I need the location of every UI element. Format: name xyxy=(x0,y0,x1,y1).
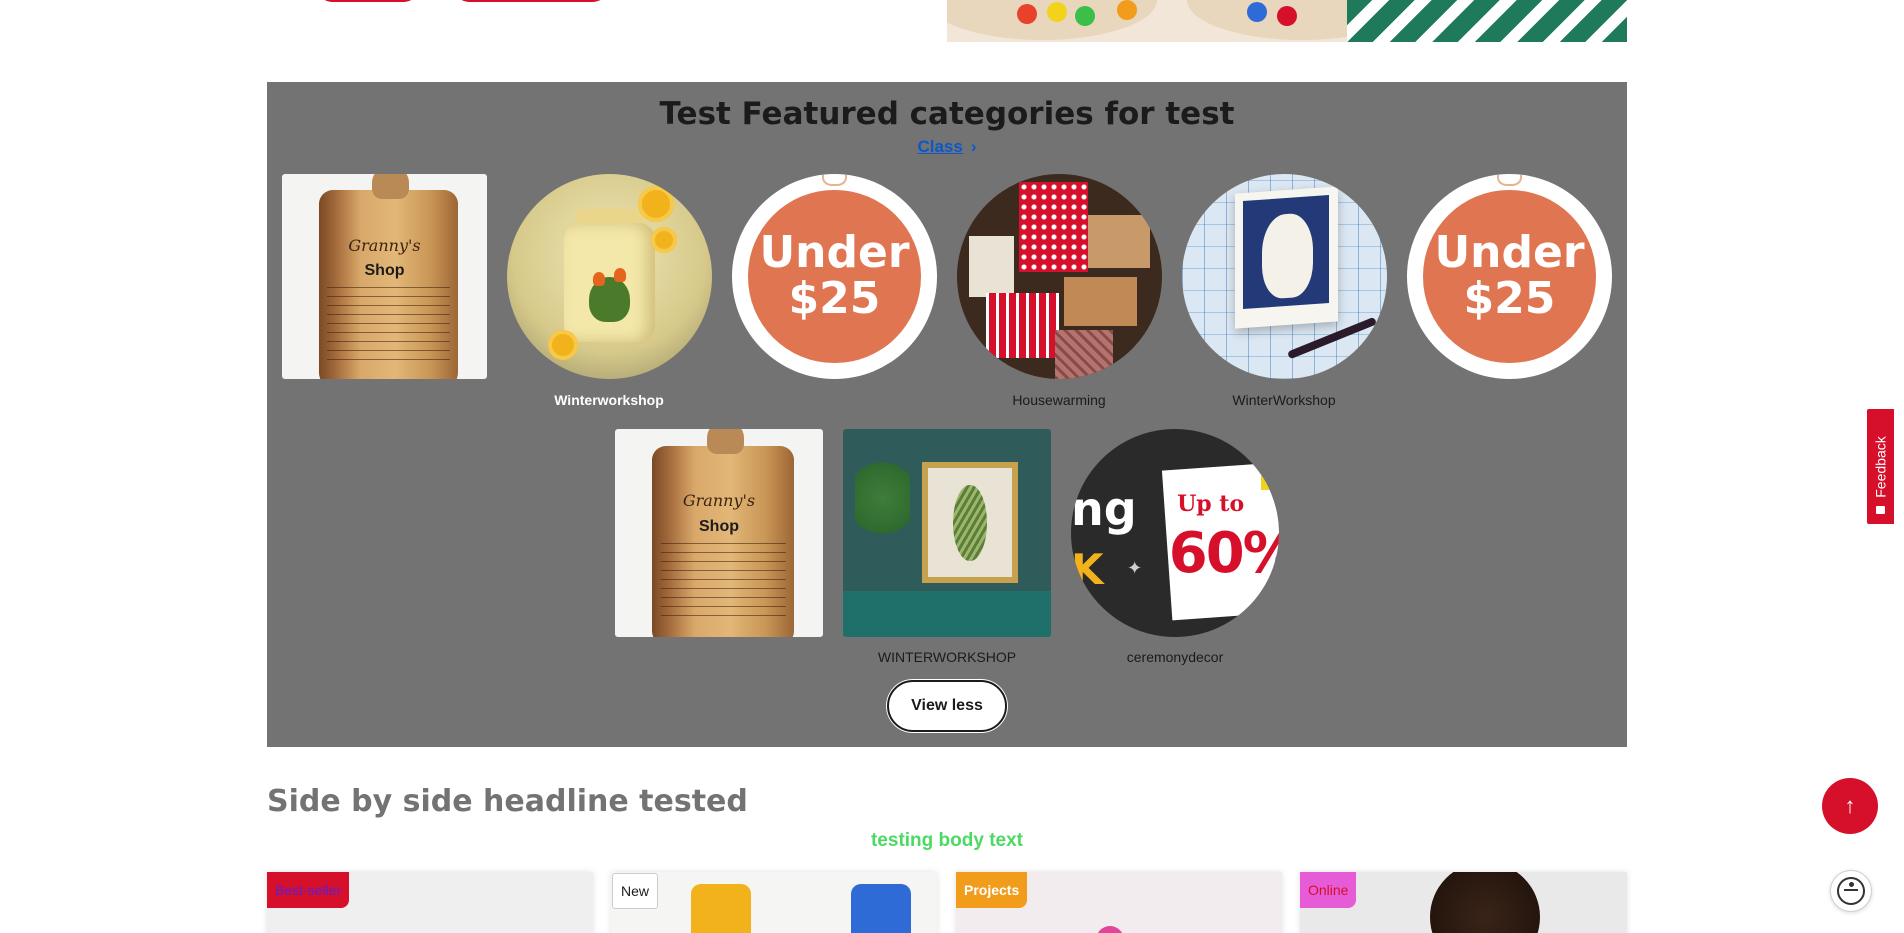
board-shop: Shop xyxy=(364,262,405,280)
under-line1: Under xyxy=(759,227,910,279)
category-tile-winterworkshop[interactable] xyxy=(507,174,712,379)
top-banner-image xyxy=(947,0,1627,42)
category-tile-ceremonydecor[interactable]: ng K ✦ Up to 60% xyxy=(1071,429,1279,637)
category-tile-board-2[interactable]: Granny's Shop xyxy=(615,429,823,637)
under-line1-2: Under xyxy=(1434,227,1585,279)
arrow-up-icon: ↑ xyxy=(1844,793,1856,818)
sale-percent: 60% xyxy=(1168,520,1279,586)
side-by-side-title: Side by side headline tested xyxy=(267,784,748,819)
page: Test Featured categories for test Class ›… xyxy=(0,0,1904,933)
board-shop-2: Shop xyxy=(699,518,739,536)
feedback-tab[interactable]: Feedback xyxy=(1867,409,1894,524)
featured-title: Test Featured categories for test xyxy=(659,96,1235,132)
category-label-housewarming[interactable]: Housewarming xyxy=(954,392,1164,408)
product-card-online[interactable]: Online xyxy=(1300,872,1627,933)
category-tile-framed-plant[interactable] xyxy=(843,429,1051,637)
sale-text-ng: ng xyxy=(1071,482,1137,537)
category-label-winterworkshop-owl[interactable]: WinterWorkshop xyxy=(1179,392,1389,408)
product-card-projects[interactable]: Projects xyxy=(956,872,1282,933)
top-button-left[interactable] xyxy=(318,0,418,2)
featured-categories-section: Test Featured categories for test Class ›… xyxy=(267,82,1627,747)
category-tile-housewarming[interactable] xyxy=(957,174,1162,379)
chevron-right-icon: › xyxy=(970,137,977,156)
category-label-winterworkshop[interactable]: Winterworkshop xyxy=(504,392,714,408)
product-card-new[interactable]: New xyxy=(611,872,937,933)
class-link[interactable]: Class › xyxy=(267,137,1627,157)
category-label-ceremonydecor[interactable]: ceremonydecor xyxy=(1070,649,1280,665)
category-tile-under-25-2[interactable]: Under $25 xyxy=(1407,174,1612,379)
badge-projects: Projects xyxy=(956,872,1028,908)
sparkle-icon: ✦ xyxy=(1127,557,1143,578)
chat-icon xyxy=(1876,506,1885,514)
board-title: Granny's xyxy=(348,235,421,255)
side-by-side-body: testing body text xyxy=(870,830,1023,851)
under-line2: $25 xyxy=(788,273,881,325)
accessibility-icon xyxy=(1837,877,1865,905)
back-to-top-button[interactable]: ↑ xyxy=(1822,778,1878,834)
badge-online: Online xyxy=(1300,872,1357,908)
sale-upto: Up to xyxy=(1177,491,1245,518)
class-link-label[interactable]: Class xyxy=(917,137,962,156)
feedback-label[interactable]: Feedback xyxy=(1873,436,1889,497)
badge-new: New xyxy=(612,873,659,909)
view-less-button[interactable]: View less xyxy=(887,680,1007,732)
category-label-winterworkshop-caps[interactable]: WINTERWORKSHOP xyxy=(842,649,1052,665)
product-card-bestseller[interactable]: Best-seller xyxy=(267,872,593,933)
board-title-2: Granny's xyxy=(682,491,756,511)
accessibility-button[interactable] xyxy=(1830,870,1872,912)
badge-bestseller: Best-seller xyxy=(267,872,350,908)
sale-text-k: K xyxy=(1071,545,1104,595)
category-tile-board[interactable]: Granny's Shop xyxy=(282,174,487,379)
under-line2-2: $25 xyxy=(1463,273,1556,325)
top-button-right[interactable] xyxy=(455,0,607,2)
category-tile-under-25[interactable]: Under $25 xyxy=(732,174,937,379)
category-tile-winterworkshop-owl[interactable] xyxy=(1182,174,1387,379)
